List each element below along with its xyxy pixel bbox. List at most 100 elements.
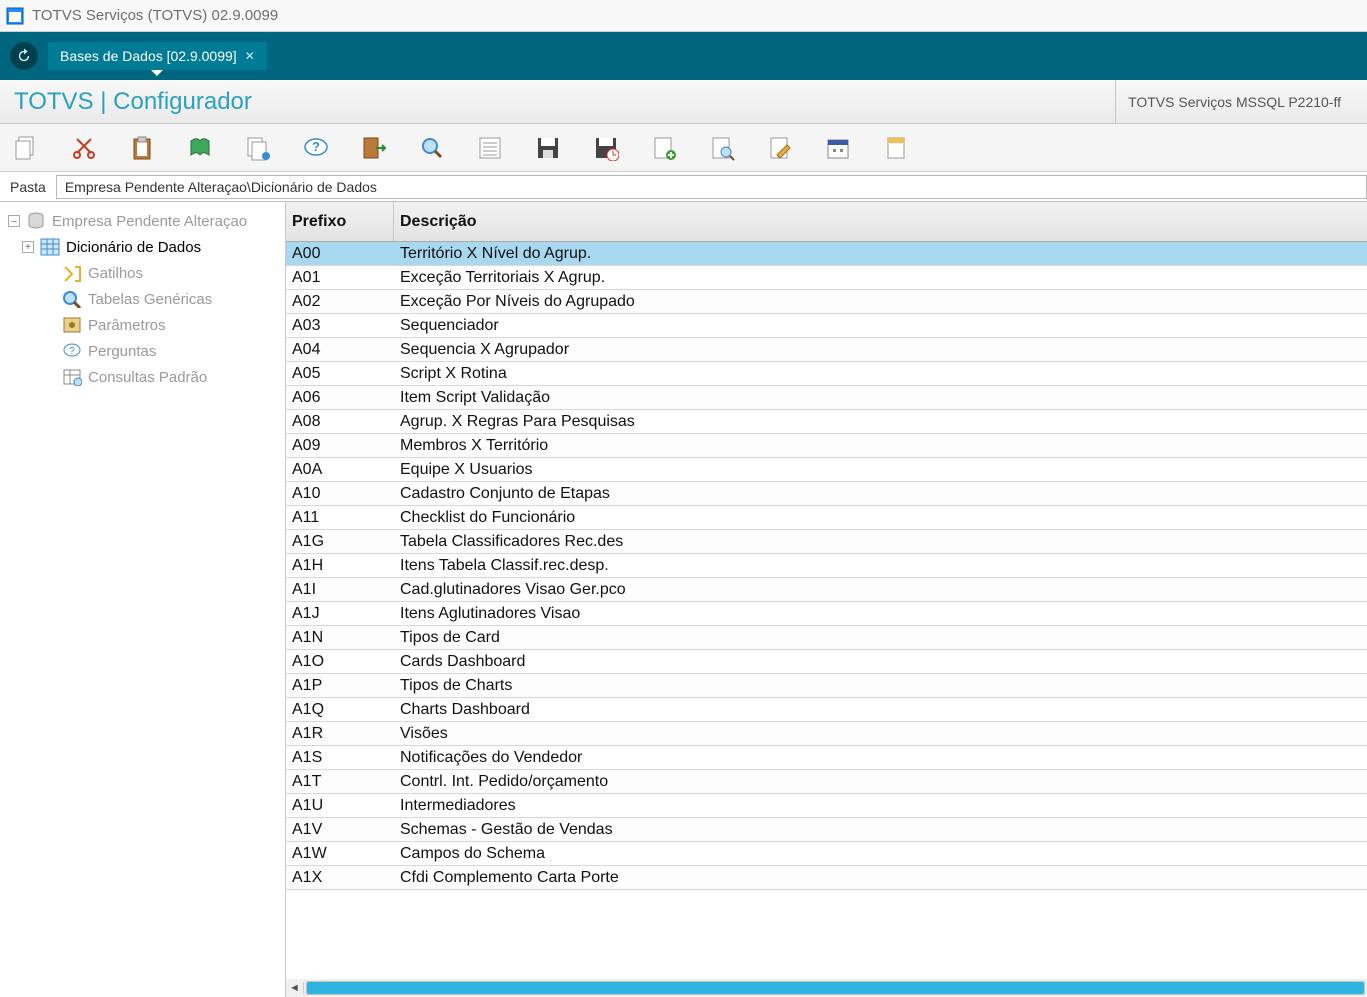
paste-button[interactable] [126, 132, 158, 164]
cell-prefix: A11 [286, 509, 394, 527]
table-row[interactable]: A05Script X Rotina [286, 362, 1367, 386]
table-row[interactable]: A1SNotificações do Vendedor [286, 746, 1367, 770]
table-row[interactable]: A1JItens Aglutinadores Visao [286, 602, 1367, 626]
preview-button[interactable] [706, 132, 738, 164]
blank-doc-button[interactable] [880, 132, 912, 164]
cell-desc: Charts Dashboard [394, 701, 1367, 719]
table-row[interactable]: A1ICad.glutinadores Visao Ger.pco [286, 578, 1367, 602]
table-row[interactable]: A10Cadastro Conjunto de Etapas [286, 482, 1367, 506]
refresh-button[interactable] [10, 42, 38, 70]
cell-prefix: A1H [286, 557, 394, 575]
tree-item[interactable]: Gatilhos [4, 260, 281, 286]
table-row[interactable]: A1OCards Dashboard [286, 650, 1367, 674]
new-doc-button[interactable] [648, 132, 680, 164]
table-row[interactable]: A11Checklist do Funcionário [286, 506, 1367, 530]
table-row[interactable]: A1RVisões [286, 722, 1367, 746]
tree-root[interactable]: – Empresa Pendente Alteraçao [4, 208, 281, 234]
cell-desc: Item Script Validação [394, 389, 1367, 407]
tree-item[interactable]: Tabelas Genéricas [4, 286, 281, 312]
cell-prefix: A06 [286, 389, 394, 407]
cell-prefix: A1I [286, 581, 394, 599]
table-row[interactable]: A1HItens Tabela Classif.rec.desp. [286, 554, 1367, 578]
cell-desc: Tipos de Charts [394, 677, 1367, 695]
cell-desc: Tabela Classificadores Rec.des [394, 533, 1367, 551]
database-icon [26, 211, 46, 231]
scroll-left-icon[interactable]: ◄ [286, 982, 304, 994]
path-input[interactable] [56, 175, 1367, 199]
table-row[interactable]: A1XCfdi Complemento Carta Porte [286, 866, 1367, 890]
cell-prefix: A1J [286, 605, 394, 623]
docs-button[interactable] [242, 132, 274, 164]
table-row[interactable]: A04Sequencia X Agrupador [286, 338, 1367, 362]
grid-panel: Prefixo Descrição A00Território X Nível … [286, 202, 1367, 997]
collapse-icon[interactable]: – [8, 215, 20, 227]
table-row[interactable]: A1QCharts Dashboard [286, 698, 1367, 722]
app-icon [6, 7, 24, 25]
cell-prefix: A1G [286, 533, 394, 551]
toolbar: ? [0, 124, 1367, 172]
expand-icon[interactable]: + [22, 241, 34, 253]
tab-bases-de-dados[interactable]: Bases de Dados [02.9.0099] ✕ [48, 42, 267, 70]
save-time-button[interactable] [590, 132, 622, 164]
tree-item-icon [62, 315, 82, 335]
tree-item[interactable]: Consultas Padrão [4, 364, 281, 390]
tree-panel: – Empresa Pendente Alteraçao + Dicionári… [0, 202, 286, 997]
cut-button[interactable] [68, 132, 100, 164]
table-row[interactable]: A1UIntermediadores [286, 794, 1367, 818]
tree-item-label: Parâmetros [88, 317, 166, 334]
table-row[interactable]: A1GTabela Classificadores Rec.des [286, 530, 1367, 554]
column-header-desc[interactable]: Descrição [394, 213, 1367, 231]
exit-button[interactable] [358, 132, 390, 164]
cell-prefix: A1Q [286, 701, 394, 719]
table-row[interactable]: A1TContrl. Int. Pedido/orçamento [286, 770, 1367, 794]
close-icon[interactable]: ✕ [245, 49, 255, 63]
table-row[interactable]: A1WCampos do Schema [286, 842, 1367, 866]
tree-item[interactable]: Parâmetros [4, 312, 281, 338]
book-button[interactable] [184, 132, 216, 164]
cell-desc: Cfdi Complemento Carta Porte [394, 869, 1367, 887]
window-title: TOTVS Serviços (TOTVS) 02.9.0099 [32, 7, 278, 24]
cell-prefix: A10 [286, 485, 394, 503]
app-title: TOTVS | Configurador [14, 88, 252, 116]
cell-prefix: A02 [286, 293, 394, 311]
cell-prefix: A1W [286, 845, 394, 863]
grid-body[interactable]: A00Território X Nível do Agrup.A01Exceçã… [286, 242, 1367, 979]
edit-doc-button[interactable] [764, 132, 796, 164]
tree-item-label: Tabelas Genéricas [88, 291, 212, 308]
calendar-button[interactable] [822, 132, 854, 164]
copy-button[interactable] [10, 132, 42, 164]
column-header-prefix[interactable]: Prefixo [286, 202, 394, 241]
cell-prefix: A1P [286, 677, 394, 695]
app-header: TOTVS | Configurador TOTVS Serviços MSSQ… [0, 80, 1367, 124]
table-row[interactable]: A1PTipos de Charts [286, 674, 1367, 698]
search-button[interactable] [416, 132, 448, 164]
table-row[interactable]: A02Exceção Por Níveis do Agrupado [286, 290, 1367, 314]
cell-desc: Intermediadores [394, 797, 1367, 815]
table-row[interactable]: A1VSchemas - Gestão de Vendas [286, 818, 1367, 842]
horizontal-scrollbar[interactable]: ◄ [286, 979, 1367, 997]
tree-item[interactable]: ?Perguntas [4, 338, 281, 364]
table-row[interactable]: A0AEquipe X Usuarios [286, 458, 1367, 482]
table-row[interactable]: A00Território X Nível do Agrup. [286, 242, 1367, 266]
cell-desc: Visões [394, 725, 1367, 743]
scroll-track[interactable] [306, 981, 1365, 995]
cell-prefix: A09 [286, 437, 394, 455]
table-row[interactable]: A1NTipos de Card [286, 626, 1367, 650]
tab-band: Bases de Dados [02.9.0099] ✕ [0, 32, 1367, 80]
cell-desc: Sequenciador [394, 317, 1367, 335]
table-row[interactable]: A09Membros X Território [286, 434, 1367, 458]
cell-prefix: A1X [286, 869, 394, 887]
table-row[interactable]: A01Exceção Territoriais X Agrup. [286, 266, 1367, 290]
save-button[interactable] [532, 132, 564, 164]
list-button[interactable] [474, 132, 506, 164]
cell-prefix: A05 [286, 365, 394, 383]
tree-item-label: Dicionário de Dados [66, 239, 201, 256]
cell-desc: Contrl. Int. Pedido/orçamento [394, 773, 1367, 791]
table-row[interactable]: A03Sequenciador [286, 314, 1367, 338]
table-row[interactable]: A06Item Script Validação [286, 386, 1367, 410]
table-row[interactable]: A08Agrup. X Regras Para Pesquisas [286, 410, 1367, 434]
cell-desc: Equipe X Usuarios [394, 461, 1367, 479]
tree-item-dicionario[interactable]: + Dicionário de Dados [4, 234, 281, 260]
scroll-thumb[interactable] [307, 982, 1364, 994]
help-button[interactable]: ? [300, 132, 332, 164]
